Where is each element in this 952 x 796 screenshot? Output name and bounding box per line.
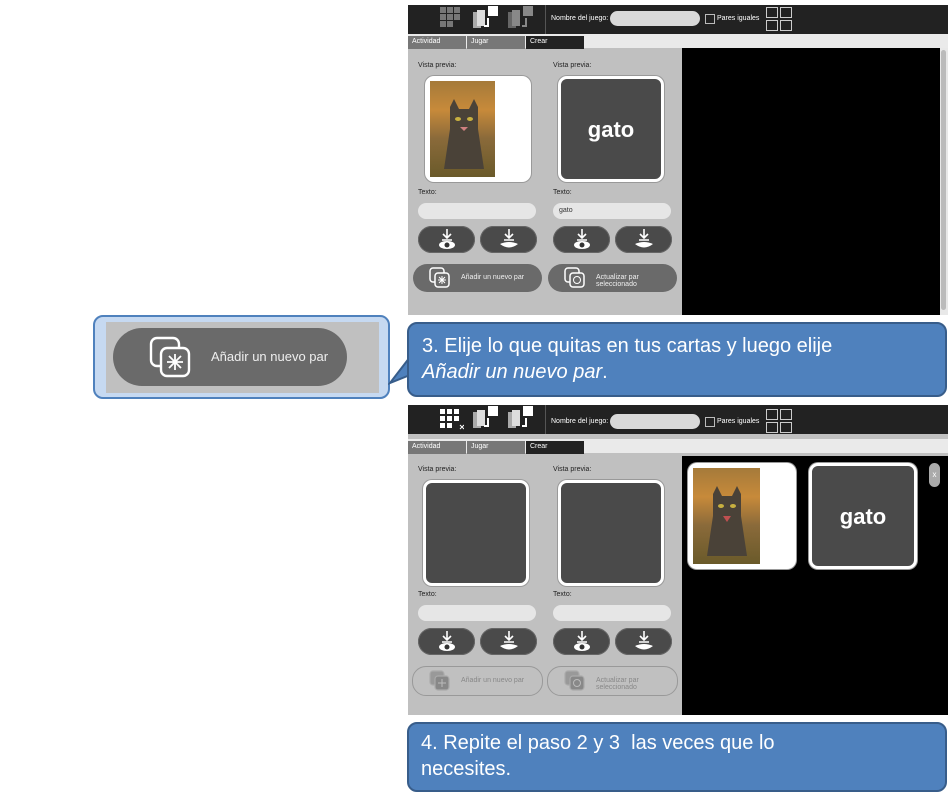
cat-photo — [430, 81, 526, 177]
add-pair-icon — [149, 336, 191, 378]
eye-download-icon — [574, 631, 590, 651]
callout-3-text: 3. Elije lo que quitas en tus cartas y l… — [422, 335, 833, 357]
right-preview-label: Vista previa: — [553, 466, 592, 473]
add-pair-button[interactable]: Añadir un nuevo par — [413, 264, 542, 292]
add-pair-label: Añadir un nuevo par — [461, 677, 525, 684]
left-card-preview — [425, 76, 531, 182]
eye-download-icon — [439, 229, 455, 249]
eye-download-icon — [439, 631, 455, 651]
cat-photo — [693, 468, 791, 564]
update-pair-icon — [564, 670, 585, 691]
cards-export-icon[interactable] — [471, 406, 499, 432]
lips-download-icon — [500, 229, 518, 248]
pair-card-image[interactable] — [688, 463, 796, 569]
tab-crear[interactable]: Crear — [526, 36, 584, 49]
tab-actividad[interactable]: Actividad — [408, 441, 466, 454]
lips-download-icon — [635, 631, 653, 650]
close-icon: x — [932, 470, 937, 479]
toolbar: Nombre del juego: Pares iguales — [408, 405, 948, 434]
pares-label: Pares iguales — [717, 418, 760, 425]
left-text-field[interactable] — [418, 605, 536, 621]
lips-download-icon — [635, 229, 653, 248]
toolbar: Nombre del juego: Pares iguales — [408, 5, 948, 34]
pairs-area — [682, 48, 940, 315]
grid-icon[interactable] — [440, 409, 464, 433]
layout-grid-icon[interactable] — [766, 409, 793, 434]
left-view-button[interactable] — [418, 226, 475, 253]
scrollbar[interactable] — [940, 48, 948, 315]
left-text-label: Texto: — [418, 189, 437, 196]
left-card-preview — [423, 480, 529, 586]
update-pair-button[interactable]: Actualizar par seleccionado — [548, 264, 677, 292]
left-view-button[interactable] — [418, 628, 475, 655]
eye-download-icon — [574, 229, 590, 249]
top-app-panel: Nombre del juego: Pares iguales Activida… — [408, 5, 948, 315]
layout-grid-icon[interactable] — [766, 7, 793, 32]
cards-import-icon[interactable] — [506, 6, 534, 32]
card-word: gato — [839, 504, 887, 529]
right-text-label: Texto: — [553, 189, 572, 196]
pares-label: Pares iguales — [717, 15, 760, 22]
pares-checkbox[interactable] — [705, 14, 715, 24]
update-pair-label: Actualizar par seleccionado — [596, 677, 639, 691]
callout-step-3: 3. Elije lo que quitas en tus cartas y l… — [407, 322, 947, 397]
right-text-label: Texto: — [553, 591, 572, 598]
left-text-field[interactable] — [418, 203, 536, 219]
game-name-label: Nombre del juego: — [551, 15, 609, 22]
right-card-preview: gato — [558, 76, 664, 182]
card-word: gato — [587, 117, 635, 142]
close-pair-button[interactable]: x — [929, 463, 940, 487]
update-pair-button[interactable]: Actualizar par seleccionado — [547, 666, 678, 696]
cards-export-icon[interactable] — [471, 6, 499, 32]
right-preview-label: Vista previa: — [553, 62, 592, 69]
pares-checkbox[interactable] — [705, 417, 715, 427]
tab-crear[interactable]: Crear — [526, 441, 584, 454]
left-preview-label: Vista previa: — [418, 62, 457, 69]
pairs-area: gato x — [682, 456, 948, 715]
callout-3-end: . — [602, 361, 608, 383]
cards-import-icon[interactable] — [506, 406, 534, 432]
game-name-input[interactable] — [610, 11, 700, 26]
zoom-add-pair-button[interactable]: Añadir un nuevo par — [113, 328, 347, 386]
update-pair-icon — [564, 267, 585, 288]
left-text-label: Texto: — [418, 591, 437, 598]
right-lips-button[interactable] — [615, 226, 672, 253]
add-pair-label: Añadir un nuevo par — [461, 274, 525, 281]
tab-actividad[interactable]: Actividad — [408, 36, 466, 49]
grid-icon[interactable] — [440, 7, 462, 31]
add-pair-icon — [429, 670, 450, 691]
pair-card-word[interactable]: gato — [809, 463, 917, 569]
callout-3-italic: Añadir un nuevo par — [422, 361, 603, 383]
right-lips-button[interactable] — [615, 628, 672, 655]
game-name-label: Nombre del juego: — [551, 418, 609, 425]
update-pair-label: Actualizar par seleccionado — [596, 274, 639, 288]
tab-jugar[interactable]: Jugar — [467, 36, 525, 49]
game-name-input[interactable] — [610, 414, 700, 429]
left-lips-button[interactable] — [480, 628, 537, 655]
right-view-button[interactable] — [553, 226, 610, 253]
add-pair-icon — [429, 267, 450, 288]
zoom-frame: Añadir un nuevo par — [93, 315, 390, 399]
right-card-preview — [558, 480, 664, 586]
add-pair-button[interactable]: Añadir un nuevo par — [412, 666, 543, 696]
bottom-app-panel: Nombre del juego: Pares iguales Activida… — [408, 405, 948, 715]
lips-download-icon — [500, 631, 518, 650]
tab-jugar[interactable]: Jugar — [467, 441, 525, 454]
callout-step-4: 4. Repite el paso 2 y 3 las veces que lo… — [407, 722, 947, 792]
right-text-field[interactable] — [553, 605, 671, 621]
left-lips-button[interactable] — [480, 226, 537, 253]
right-view-button[interactable] — [553, 628, 610, 655]
zoom-add-pair-label: Añadir un nuevo par — [211, 349, 329, 364]
callout-4-line-2: necesites. — [421, 758, 512, 780]
left-preview-label: Vista previa: — [418, 466, 457, 473]
right-text-field[interactable]: gato — [553, 203, 671, 219]
callout-4-line-1: 4. Repite el paso 2 y 3 las veces que lo — [421, 732, 775, 754]
